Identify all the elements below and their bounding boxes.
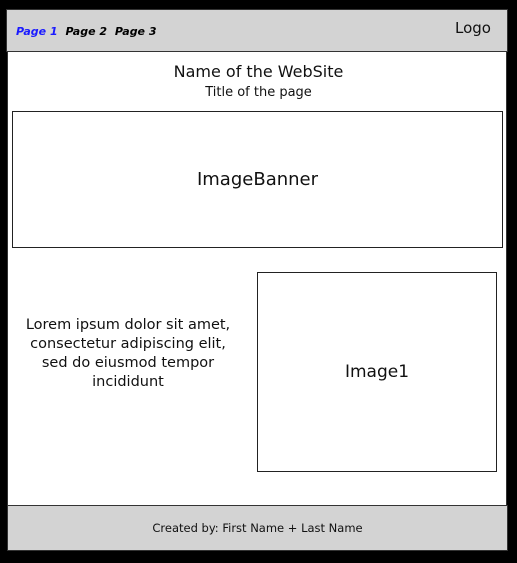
nav-page-2[interactable]: Page 2 <box>65 25 107 38</box>
footer-credit: Created by: First Name + Last Name <box>152 521 363 535</box>
logo[interactable]: Logo <box>455 19 491 37</box>
image-placeholder: Image1 <box>257 272 497 472</box>
nav-menu: Page 1 Page 2 Page 3 <box>16 25 161 38</box>
nav-page-3[interactable]: Page 3 <box>115 25 157 38</box>
image-banner-label: ImageBanner <box>196 169 319 190</box>
nav-page-1[interactable]: Page 1 <box>16 25 58 38</box>
image-banner: ImageBanner <box>12 111 503 248</box>
site-name: Name of the WebSite <box>173 62 344 81</box>
image-label: Image1 <box>344 362 410 382</box>
body-text: Lorem ipsum dolor sit amet, consectetur … <box>25 317 231 390</box>
page-title: Title of the page <box>205 85 312 100</box>
header-bar: Page 1 Page 2 Page 3 Logo <box>6 9 508 52</box>
footer: Created by: First Name + Last Name <box>7 505 508 551</box>
